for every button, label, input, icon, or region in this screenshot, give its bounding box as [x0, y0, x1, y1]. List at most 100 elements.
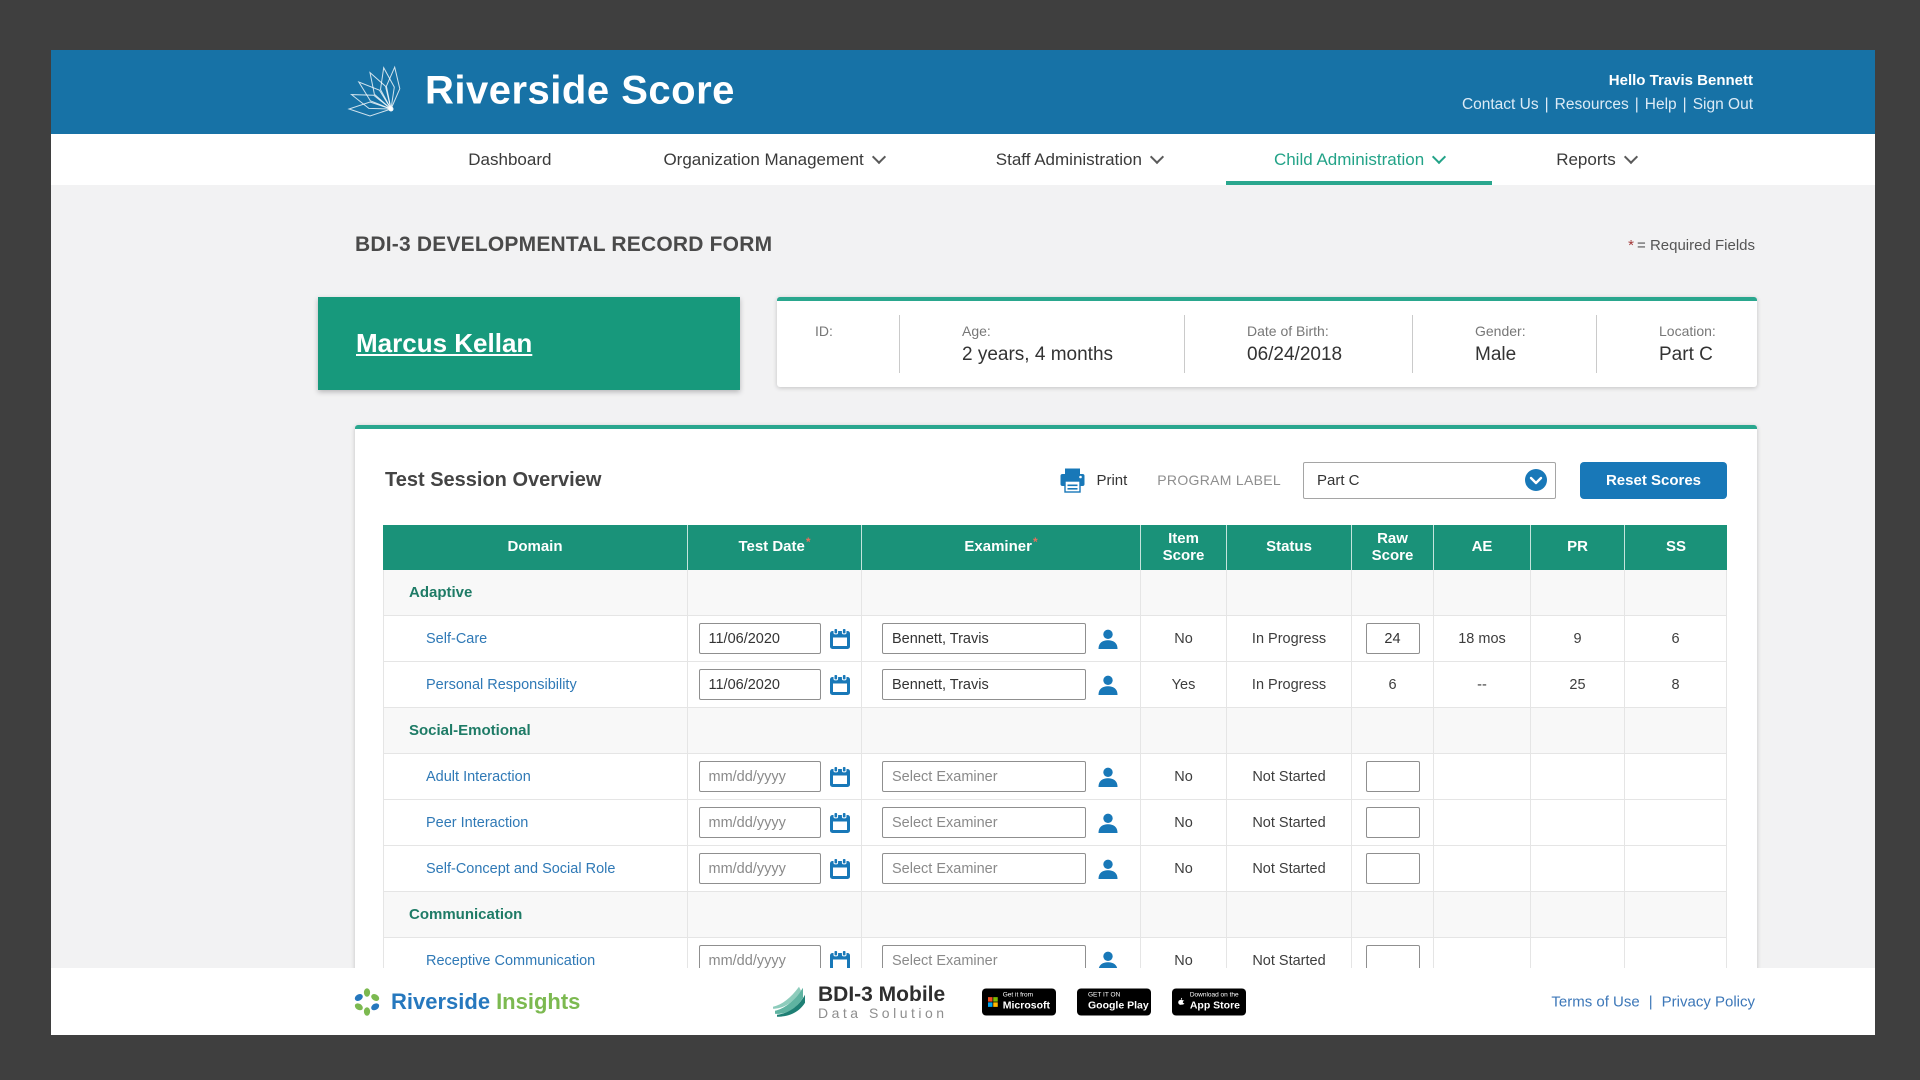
domain-link[interactable]: Personal Responsibility — [426, 677, 577, 693]
category-label: Adaptive — [409, 584, 473, 601]
status-value: In Progress — [1251, 676, 1327, 693]
calendar-icon[interactable] — [829, 765, 851, 788]
person-icon[interactable] — [1096, 766, 1120, 788]
print-button[interactable]: Print — [1096, 472, 1127, 489]
sign-out-link[interactable]: Sign Out — [1693, 96, 1753, 113]
nav-dashboard[interactable]: Dashboard — [468, 134, 551, 185]
bdi3-mobile-logo: BDI-3 Mobile Data Solution — [772, 982, 948, 1020]
student-name-link[interactable]: Marcus Kellan — [356, 328, 532, 359]
student-id-field: ID: — [777, 315, 900, 373]
examiner-input[interactable] — [882, 623, 1086, 654]
test-date-input[interactable] — [698, 623, 821, 654]
riverside-wordmark: Riverside — [391, 988, 491, 1014]
calendar-icon[interactable] — [829, 627, 851, 650]
calendar-icon[interactable] — [829, 673, 851, 696]
nav-organization-management[interactable]: Organization Management — [663, 134, 886, 185]
domain-link[interactable]: Self-Care — [426, 631, 487, 647]
test-session-card: Test Session Overview Print PROGRAM LABE… — [355, 425, 1757, 1005]
nav-child-administration[interactable]: Child Administration — [1225, 134, 1493, 185]
user-greeting: Hello Travis Bennett — [1608, 72, 1753, 89]
item-score-value: No — [1174, 860, 1193, 877]
table-header-row: Domain Test Date * Examiner * Item Score Statu… — [383, 525, 1727, 570]
app-header: Riverside Score Hello Travis Bennett Con… — [51, 50, 1875, 134]
examiner-input[interactable] — [882, 807, 1086, 838]
app-title[interactable]: Riverside Score — [425, 69, 735, 114]
examiner-input[interactable] — [882, 669, 1086, 700]
reset-scores-button[interactable]: Reset Scores — [1580, 461, 1727, 499]
status-value: Not Started — [1252, 952, 1326, 969]
student-location-field: Location: Part C — [1597, 315, 1757, 373]
program-label: PROGRAM LABEL — [1157, 472, 1281, 488]
column-header-pr: PR — [1531, 525, 1625, 570]
field-value: Male — [1475, 343, 1517, 365]
domain-link[interactable]: Self-Concept and Social Role — [426, 861, 615, 877]
footer: Riverside Insights BDI-3 Mobile Data Sol… — [51, 968, 1875, 1035]
field-label: ID: — [815, 322, 833, 339]
contact-us-link[interactable]: Contact Us — [1462, 96, 1539, 113]
terms-of-use-link[interactable]: Terms of Use — [1551, 993, 1639, 1010]
column-header-status: Status — [1227, 525, 1352, 570]
person-icon[interactable] — [1096, 674, 1120, 696]
ss-value: 8 — [1671, 676, 1680, 693]
domain-link[interactable]: Peer Interaction — [426, 815, 528, 831]
ae-value: 18 mos — [1458, 630, 1506, 647]
person-icon[interactable] — [1096, 628, 1120, 650]
column-header-item-score: Item Score — [1141, 525, 1227, 570]
domain-row-personal-responsibility: Personal Responsibility Yes In Progress 6 --… — [383, 662, 1727, 708]
page-content: BDI-3 DEVELOPMENTAL RECORD FORM * = Requi… — [51, 233, 1875, 1005]
domain-row-self-care: Self-Care No In Progress 18 mos 9 6 — [383, 616, 1727, 662]
category-row-adaptive: Adaptive — [383, 570, 1727, 616]
insights-wordmark: Insights — [496, 988, 581, 1014]
table-body: Adaptive Self-CareNoIn Progress18 mos96 Pe… — [383, 570, 1727, 984]
page-title: BDI-3 DEVELOPMENTAL RECORD FORM — [355, 233, 773, 256]
person-icon[interactable] — [1096, 858, 1120, 880]
google-play-badge[interactable]: GET IT ON Google Play — [1077, 988, 1151, 1015]
resources-link[interactable]: Resources — [1555, 96, 1629, 113]
raw-score-input[interactable] — [1365, 807, 1420, 838]
field-label: Location: — [1659, 322, 1716, 339]
chevron-down-icon — [1623, 149, 1638, 165]
student-dob-field: Date of Birth: 06/24/2018 — [1185, 315, 1413, 373]
examiner-input[interactable] — [882, 853, 1086, 884]
ae-value: -- — [1477, 676, 1487, 693]
item-score-value: No — [1174, 768, 1193, 785]
domain-link[interactable]: Adult Interaction — [426, 769, 531, 785]
brand-logo-icon[interactable] — [345, 63, 403, 126]
calendar-icon[interactable] — [829, 857, 851, 880]
program-select[interactable]: Part C — [1303, 461, 1556, 499]
domain-link[interactable]: Receptive Communication — [426, 953, 595, 969]
test-date-input[interactable] — [698, 761, 821, 792]
privacy-policy-link[interactable]: Privacy Policy — [1662, 993, 1755, 1010]
category-label: Communication — [409, 906, 523, 923]
student-age-field: Age: 2 years, 4 months — [900, 315, 1185, 373]
raw-score-value: 6 — [1388, 676, 1397, 693]
item-score-value: No — [1174, 814, 1193, 831]
nav-reports[interactable]: Reports — [1556, 134, 1638, 185]
test-date-input[interactable] — [698, 669, 821, 700]
program-select-value: Part C — [1317, 471, 1360, 489]
status-value: Not Started — [1252, 860, 1326, 877]
test-date-input[interactable] — [698, 853, 821, 884]
raw-score-input[interactable] — [1365, 853, 1420, 884]
microsoft-icon — [988, 996, 998, 1007]
student-info-card: ID: Age: 2 years, 4 months Date of Birth… — [777, 297, 1757, 387]
student-name-card: Marcus Kellan — [318, 297, 740, 390]
link-separator: | — [1634, 96, 1639, 113]
microsoft-store-badge[interactable]: Get it from Microsoft — [982, 988, 1056, 1015]
nav-staff-administration[interactable]: Staff Administration — [996, 134, 1165, 185]
help-link[interactable]: Help — [1645, 96, 1677, 113]
footer-links: Terms of Use | Privacy Policy — [1551, 993, 1755, 1010]
domain-row-peer-interaction: Peer Interaction No Not Started — [383, 800, 1727, 846]
chevron-down-circle-icon — [1524, 468, 1548, 492]
column-header-domain: Domain — [383, 525, 688, 570]
printer-icon[interactable] — [1059, 468, 1086, 493]
raw-score-input[interactable] — [1365, 623, 1420, 654]
person-icon[interactable] — [1096, 812, 1120, 834]
raw-score-input[interactable] — [1365, 761, 1420, 792]
app-store-badge[interactable]: Download on the App Store — [1172, 988, 1246, 1015]
column-header-raw-score: Raw Score — [1352, 525, 1434, 570]
examiner-input[interactable] — [882, 761, 1086, 792]
calendar-icon[interactable] — [829, 811, 851, 834]
test-date-input[interactable] — [698, 807, 821, 838]
category-row-social-emotional: Social-Emotional — [383, 708, 1727, 754]
